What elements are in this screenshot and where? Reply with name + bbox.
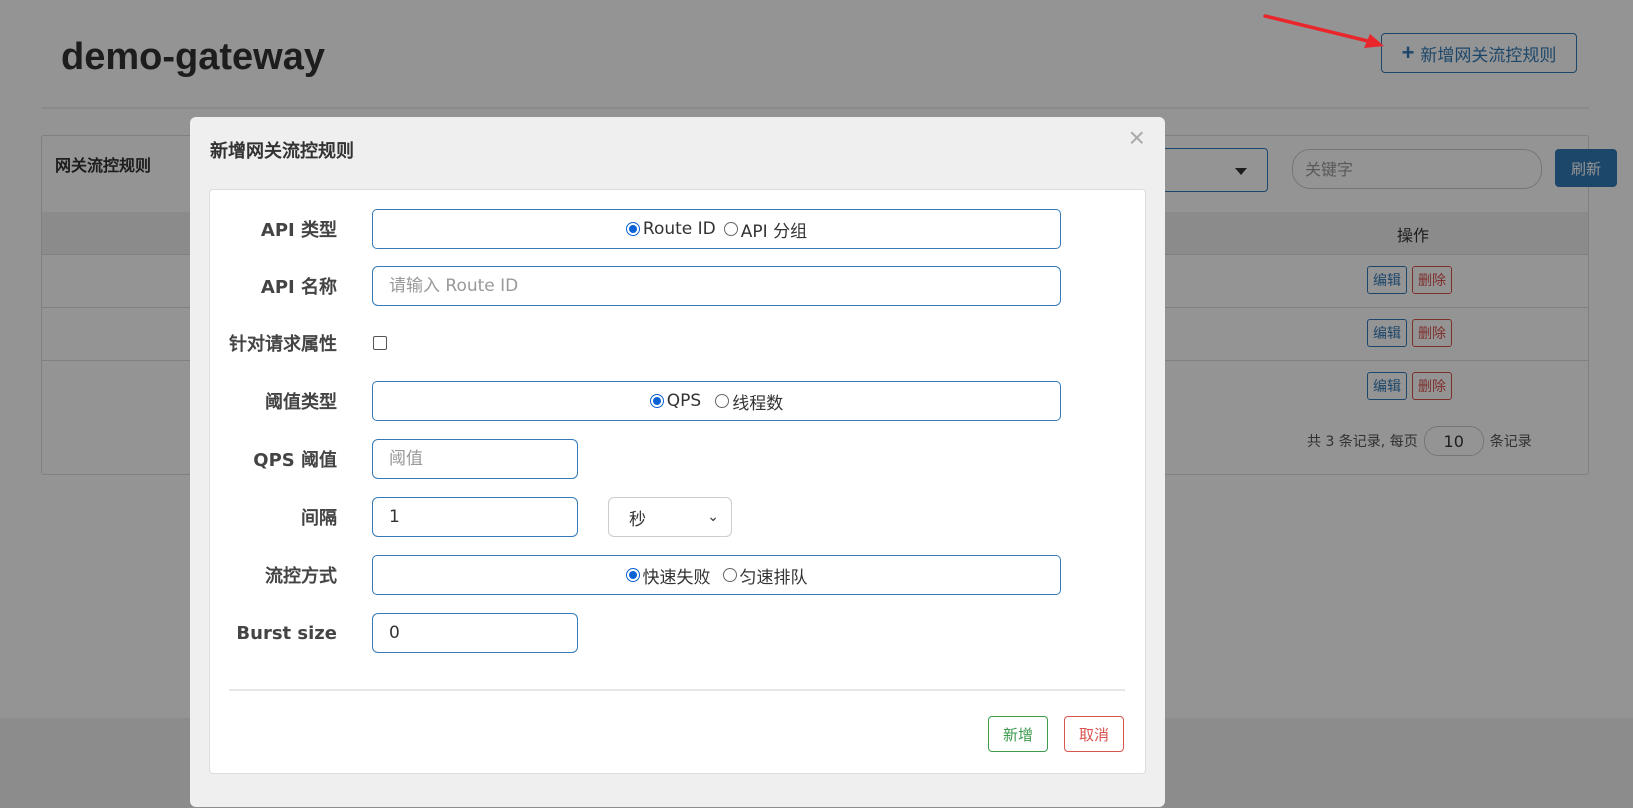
control-behavior-option-queue[interactable]: 匀速排队 [722,563,808,588]
control-behavior-row: 流控方式 快速失败 匀速排队 [210,555,1145,595]
qps-threshold-row: QPS 阈值 [210,439,1145,479]
request-attr-checkbox[interactable] [373,336,387,350]
radio-unchecked-icon [715,394,730,408]
radio-checked-icon [625,568,640,582]
threshold-type-option-qps[interactable]: QPS [649,391,701,411]
qps-threshold-input[interactable] [372,439,578,479]
close-icon[interactable]: × [1123,123,1151,153]
control-behavior-option-fail-fast[interactable]: 快速失败 [625,563,711,588]
cancel-button[interactable]: 取消 [1064,716,1125,752]
control-behavior-label: 流控方式 [265,566,337,587]
api-name-row: API 名称 [210,266,1145,306]
radio-checked-icon [649,394,664,408]
request-attr-label: 针对请求属性 [229,334,337,355]
request-attr-row: 针对请求属性 [210,323,1145,363]
interval-input[interactable] [372,497,578,537]
add-rule-dialog: 新增网关流控规则 × API 类型 Route ID API 分组 API 名称… [190,117,1165,807]
api-type-radio-group: Route ID API 分组 [372,209,1061,249]
control-behavior-radio-group: 快速失败 匀速排队 [372,555,1061,595]
threshold-type-label: 阈值类型 [265,392,337,413]
threshold-type-radio-group: QPS 线程数 [372,381,1061,421]
radio-checked-icon [625,222,640,236]
api-name-input[interactable] [372,266,1061,306]
threshold-type-row: 阈值类型 QPS 线程数 [210,381,1145,421]
api-type-row: API 类型 Route ID API 分组 [210,209,1145,249]
dialog-form: API 类型 Route ID API 分组 API 名称 针对请求属性 阈值类… [209,189,1146,774]
radio-unchecked-icon [722,568,737,582]
interval-label: 间隔 [301,508,337,529]
annotation-arrow-icon [1263,14,1384,48]
api-type-option-route-id[interactable]: Route ID [625,219,716,239]
dialog-title: 新增网关流控规则 [210,141,354,162]
qps-threshold-label: QPS 阈值 [253,450,337,471]
burst-size-row: Burst size [210,613,1145,653]
submit-button[interactable]: 新增 [988,716,1049,752]
burst-size-label: Burst size [236,622,337,644]
interval-unit-select[interactable]: 秒 ⌄ [608,497,732,537]
chevron-down-icon: ⌄ [707,509,719,525]
threshold-type-option-thread[interactable]: 线程数 [715,389,783,414]
api-type-label: API 类型 [260,220,337,241]
api-name-label: API 名称 [260,277,337,298]
radio-unchecked-icon [723,222,738,236]
api-type-option-api-group[interactable]: API 分组 [723,217,807,242]
interval-row: 间隔 秒 ⌄ [210,497,1145,537]
burst-size-input[interactable] [372,613,578,653]
form-divider [229,689,1125,691]
